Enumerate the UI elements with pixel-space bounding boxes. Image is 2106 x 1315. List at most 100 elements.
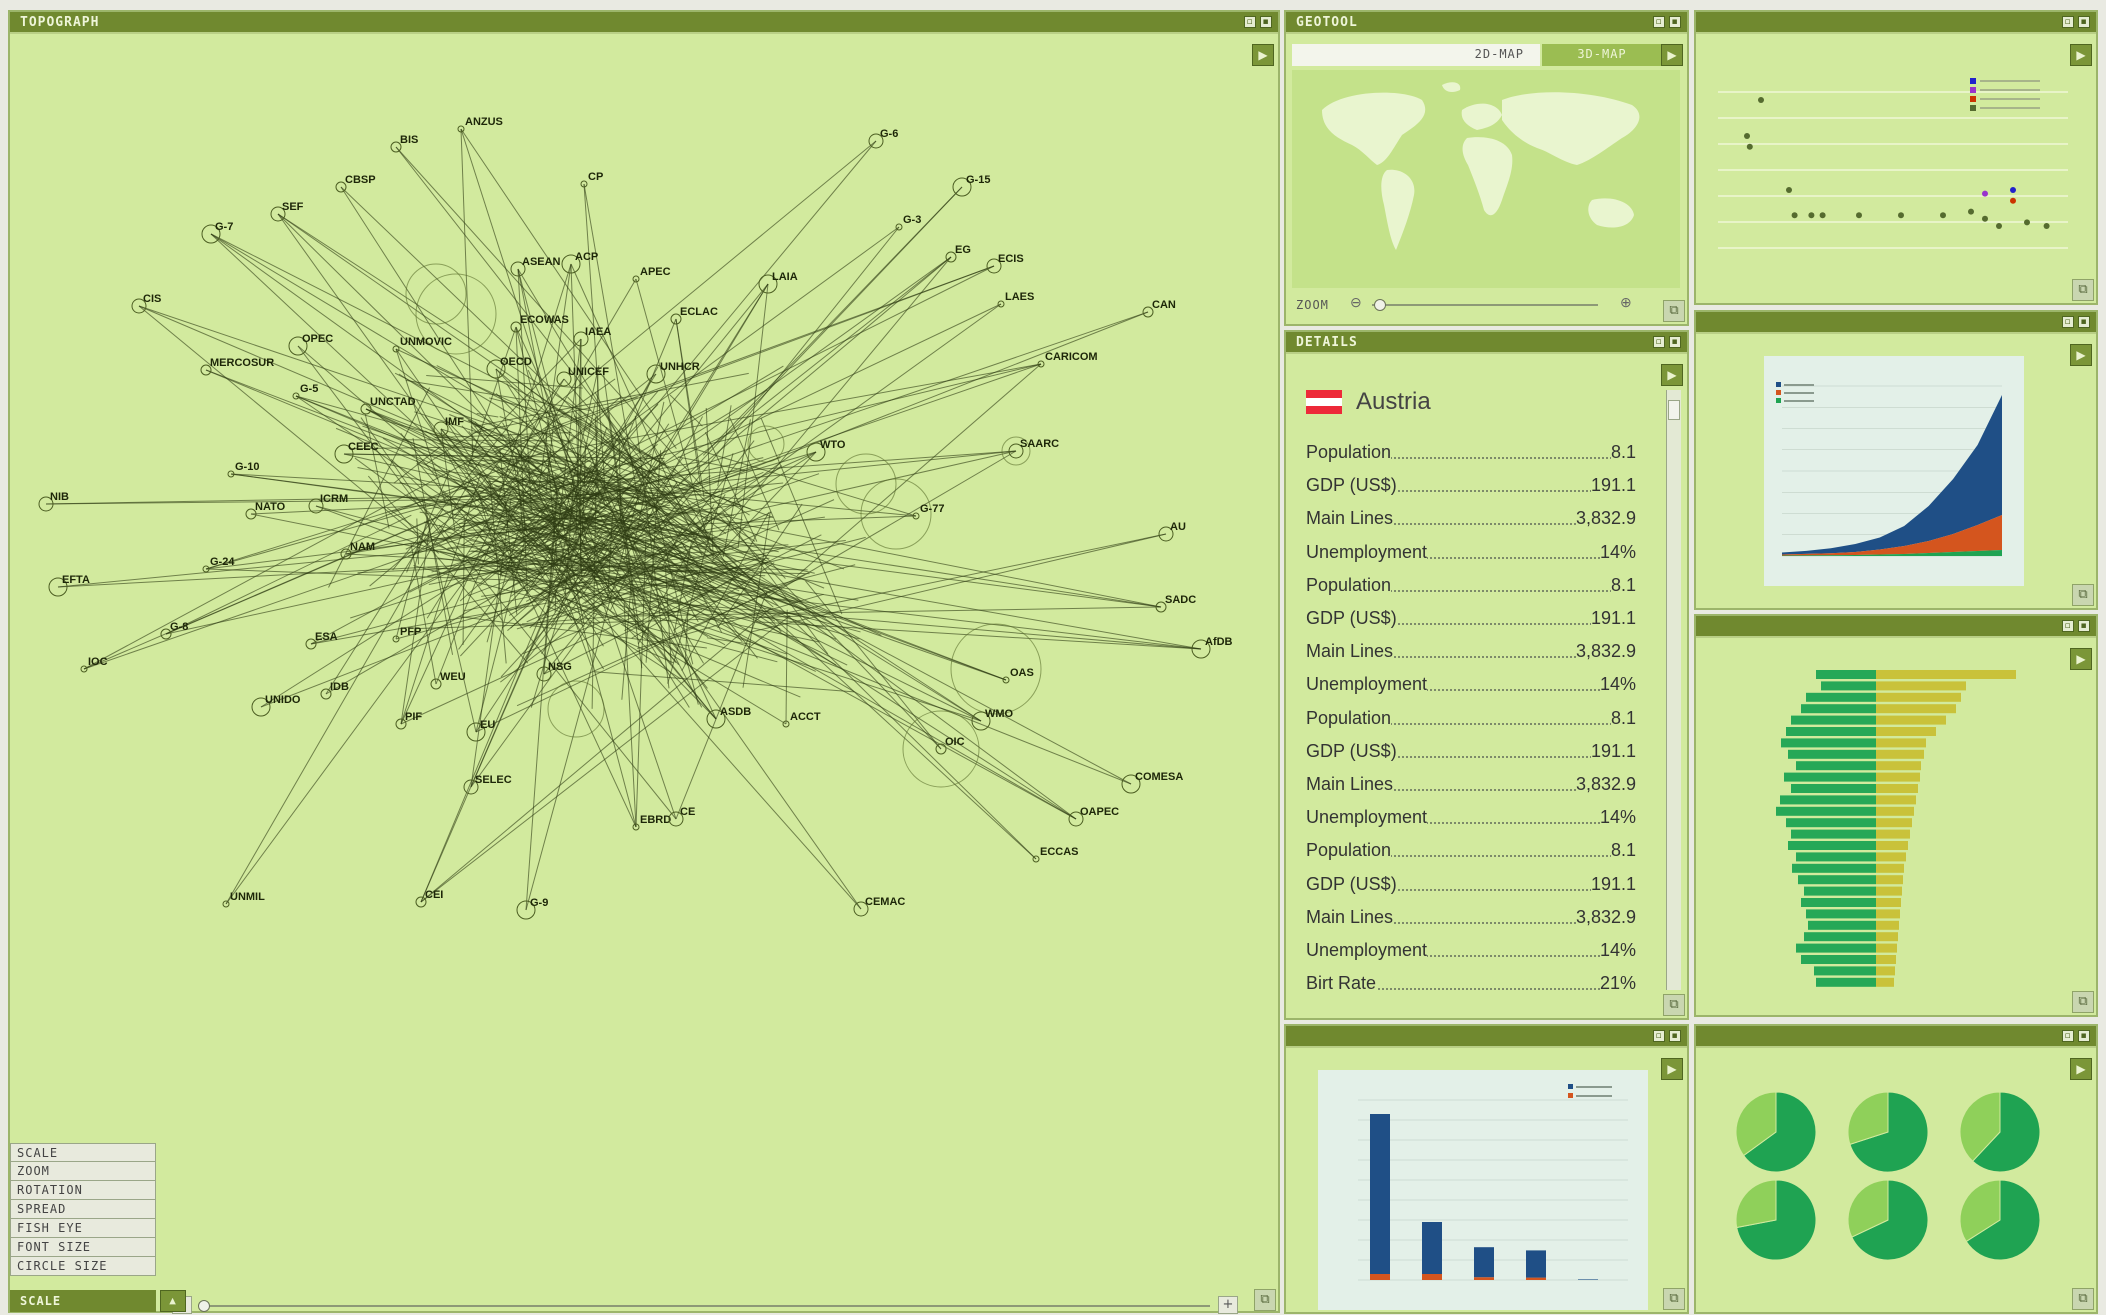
- network-graph[interactable]: ANZUS BIS G-6 G-15 CP CBSP SEF G-7 G-3 EG ECIS LAIA…: [16, 44, 1256, 1224]
- graph-node-label[interactable]: OAS: [1010, 667, 1034, 679]
- graph-node-label[interactable]: CBSP: [345, 174, 376, 186]
- minimize-icon[interactable]: ▫: [1653, 16, 1665, 28]
- tool-menu-item[interactable]: SPREAD: [10, 1200, 156, 1219]
- resize-icon[interactable]: ⧉: [1663, 300, 1685, 322]
- graph-node-label[interactable]: UNMOVIC: [400, 336, 452, 348]
- graph-node-label[interactable]: SADC: [1165, 594, 1196, 606]
- tool-menu-item[interactable]: ZOOM: [10, 1162, 156, 1181]
- tab-2d-map[interactable]: 2D-MAP: [1292, 44, 1540, 66]
- graph-node-label[interactable]: ESA: [315, 631, 338, 643]
- zoom-slider-knob[interactable]: [1374, 299, 1386, 311]
- play-icon[interactable]: ▶: [2070, 44, 2092, 66]
- graph-node-label[interactable]: G-15: [966, 174, 990, 186]
- minimize-icon[interactable]: ▫: [2062, 316, 2074, 328]
- resize-icon[interactable]: ⧉: [1663, 994, 1685, 1016]
- graph-node-label[interactable]: ANZUS: [465, 116, 503, 128]
- resize-icon[interactable]: ⧉: [2072, 1288, 2094, 1310]
- graph-node-label[interactable]: UNICEF: [568, 366, 609, 378]
- graph-node-label[interactable]: COMESA: [1135, 771, 1183, 783]
- tab-3d-map[interactable]: 3D-MAP: [1542, 44, 1662, 66]
- resize-icon[interactable]: ⧉: [2072, 279, 2094, 301]
- play-icon[interactable]: ▶: [2070, 648, 2092, 670]
- graph-node-label[interactable]: ICRM: [320, 493, 348, 505]
- minimize-icon[interactable]: ▫: [1244, 16, 1256, 28]
- graph-node-label[interactable]: EBRD: [640, 814, 671, 826]
- graph-node-label[interactable]: UNCTAD: [370, 396, 416, 408]
- close-icon[interactable]: ▪: [2078, 16, 2090, 28]
- graph-node-label[interactable]: OPEC: [302, 333, 333, 345]
- close-icon[interactable]: ▪: [2078, 316, 2090, 328]
- play-icon[interactable]: ▶: [1661, 44, 1683, 66]
- tool-menu-item[interactable]: FISH EYE: [10, 1219, 156, 1238]
- graph-node-label[interactable]: CP: [588, 171, 603, 183]
- play-icon[interactable]: ▶: [2070, 1058, 2092, 1080]
- graph-node-label[interactable]: IOC: [88, 656, 108, 668]
- graph-node-label[interactable]: CAN: [1152, 299, 1176, 311]
- minimize-icon[interactable]: ▫: [1653, 336, 1665, 348]
- graph-node-label[interactable]: APEC: [640, 266, 671, 278]
- graph-node-label[interactable]: G-5: [300, 383, 318, 395]
- graph-node-label[interactable]: WTO: [820, 439, 846, 451]
- graph-node-label[interactable]: ACP: [575, 251, 598, 263]
- play-icon[interactable]: ▶: [1661, 364, 1683, 386]
- close-icon[interactable]: ▪: [1669, 16, 1681, 28]
- topograph-slider-knob[interactable]: [198, 1300, 210, 1312]
- graph-node-label[interactable]: CARICOM: [1045, 351, 1098, 363]
- close-icon[interactable]: ▪: [1669, 336, 1681, 348]
- graph-node-label[interactable]: EU: [480, 719, 495, 731]
- graph-node-label[interactable]: SAARC: [1020, 438, 1059, 450]
- graph-node-label[interactable]: G-10: [235, 461, 259, 473]
- zoom-in-icon[interactable]: ⊕: [1620, 294, 1632, 311]
- graph-node-label[interactable]: ECOWAS: [520, 314, 569, 326]
- graph-node-label[interactable]: AU: [1170, 521, 1186, 533]
- graph-node-label[interactable]: SELEC: [475, 774, 512, 786]
- graph-node-label[interactable]: IAEA: [585, 326, 611, 338]
- graph-node-label[interactable]: ECIS: [998, 253, 1024, 265]
- zoom-slider-track[interactable]: [1372, 304, 1598, 306]
- selected-tool[interactable]: SCALE ▲: [10, 1290, 186, 1312]
- graph-node-label[interactable]: G-7: [215, 221, 233, 233]
- minimize-icon[interactable]: ▫: [2062, 1030, 2074, 1042]
- minimize-icon[interactable]: ▫: [2062, 620, 2074, 632]
- scrollbar-thumb[interactable]: [1668, 400, 1680, 420]
- graph-node-label[interactable]: UNMIL: [230, 891, 265, 903]
- graph-node-label[interactable]: G-8: [170, 621, 188, 633]
- graph-node-label[interactable]: BIS: [400, 134, 418, 146]
- graph-node-label[interactable]: G-3: [903, 214, 921, 226]
- play-icon[interactable]: ▶: [2070, 344, 2092, 366]
- graph-node-label[interactable]: IMF: [445, 416, 464, 428]
- minimize-icon[interactable]: ▫: [1653, 1030, 1665, 1042]
- graph-node-label[interactable]: ASEAN: [522, 256, 561, 268]
- graph-node-label[interactable]: LAES: [1005, 291, 1034, 303]
- zoom-out-icon[interactable]: ⊖: [1350, 294, 1362, 311]
- close-icon[interactable]: ▪: [2078, 1030, 2090, 1042]
- graph-node-label[interactable]: G-24: [210, 556, 235, 568]
- graph-node-label[interactable]: EG: [955, 244, 971, 256]
- graph-node-label[interactable]: NSG: [548, 661, 572, 673]
- scrollbar[interactable]: [1666, 390, 1681, 990]
- resize-icon[interactable]: ⧉: [2072, 991, 2094, 1013]
- close-icon[interactable]: ▪: [1260, 16, 1272, 28]
- graph-node-label[interactable]: MERCOSUR: [210, 357, 274, 369]
- close-icon[interactable]: ▪: [2078, 620, 2090, 632]
- close-icon[interactable]: ▪: [1669, 1030, 1681, 1042]
- graph-node-label[interactable]: NATO: [255, 501, 286, 513]
- resize-icon[interactable]: ⧉: [1254, 1289, 1276, 1311]
- world-map[interactable]: [1292, 70, 1680, 288]
- graph-node-label[interactable]: UNIDO: [265, 694, 301, 706]
- graph-node-label[interactable]: G-6: [880, 128, 898, 140]
- graph-node-label[interactable]: ECLAC: [680, 306, 718, 318]
- graph-node-label[interactable]: ACCT: [790, 711, 821, 723]
- tool-menu-item[interactable]: SCALE: [10, 1143, 156, 1162]
- topograph-slider-track[interactable]: [200, 1305, 1210, 1307]
- graph-node-label[interactable]: CE: [680, 806, 695, 818]
- graph-node-label[interactable]: ECCAS: [1040, 846, 1079, 858]
- graph-node-label[interactable]: OAPEC: [1080, 806, 1119, 818]
- graph-node-label[interactable]: OECD: [500, 356, 532, 368]
- graph-node-label[interactable]: NIB: [50, 491, 69, 503]
- graph-node-label[interactable]: ASDB: [720, 706, 751, 718]
- graph-node-label[interactable]: SEF: [282, 201, 304, 213]
- graph-node-label[interactable]: IDB: [330, 681, 349, 693]
- graph-node-label[interactable]: CIS: [143, 293, 161, 305]
- graph-node-label[interactable]: CEEC: [348, 441, 379, 453]
